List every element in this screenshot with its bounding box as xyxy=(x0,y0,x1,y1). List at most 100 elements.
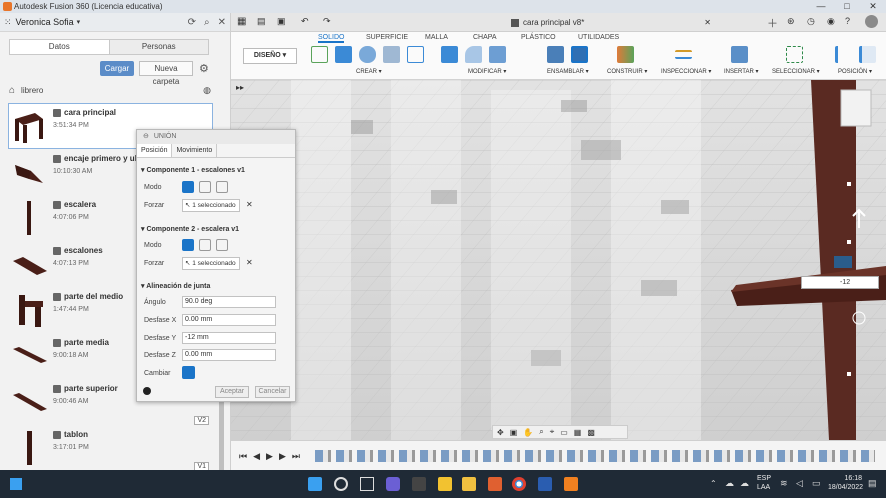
component1-selection[interactable]: ↖ 1 seleccionado xyxy=(182,199,240,212)
group-inspect[interactable]: INSPECCIONAR ▾ xyxy=(661,68,711,75)
component2-header[interactable]: ▾ Componente 2 - escalera v1 xyxy=(141,225,239,233)
autodesk-icon[interactable] xyxy=(564,477,578,491)
task-view-icon[interactable] xyxy=(360,477,374,491)
group-construct[interactable]: CONSTRUIR ▾ xyxy=(607,68,647,75)
wifi-icon[interactable]: ≋ xyxy=(780,478,788,489)
revolve-icon[interactable] xyxy=(359,46,376,63)
windows-start-icon[interactable] xyxy=(10,478,22,490)
pattern-icon[interactable] xyxy=(407,46,424,63)
group-insert[interactable]: INSERTAR ▾ xyxy=(724,68,758,75)
close-tab-icon[interactable]: ✕ xyxy=(704,18,711,27)
mode-simple-button[interactable] xyxy=(182,239,194,251)
flip-button[interactable] xyxy=(182,366,195,379)
joint-alignment-header[interactable]: ▾ Alineación de junta xyxy=(141,282,210,290)
add-tab-icon[interactable]: ＋ xyxy=(767,15,778,31)
mode-between-button[interactable] xyxy=(199,181,211,193)
language-indicator[interactable]: ESP LAA xyxy=(757,474,771,492)
clear-selection-icon[interactable]: ✕ xyxy=(246,200,253,209)
chamfer-icon[interactable] xyxy=(489,46,506,63)
word-icon[interactable] xyxy=(538,477,552,491)
avatar[interactable] xyxy=(865,15,878,28)
display-settings-icon[interactable]: ▭ xyxy=(560,428,568,437)
info-icon[interactable] xyxy=(143,387,151,395)
component1-header[interactable]: ▾ Componente 1 - escalones v1 xyxy=(141,166,245,174)
chat-icon[interactable] xyxy=(386,477,400,491)
offset-y-field[interactable]: -12 mm xyxy=(182,332,276,344)
tab-sheet[interactable]: CHAPA xyxy=(473,34,497,41)
fit-icon[interactable]: ⌖ xyxy=(550,427,555,437)
group-create[interactable]: CREAR ▾ xyxy=(356,68,382,75)
group-assemble[interactable]: ENSAMBLAR ▾ xyxy=(547,68,589,75)
tab-plastic[interactable]: PLÁSTICO xyxy=(521,34,556,41)
notifications-icon[interactable]: ◉ xyxy=(827,16,835,27)
create-sketch-icon[interactable] xyxy=(311,46,328,63)
tab-people[interactable]: Personas xyxy=(108,40,208,54)
gear-icon[interactable]: ⚙ xyxy=(199,62,209,75)
chrome-icon[interactable] xyxy=(512,477,526,491)
user-name[interactable]: Veronica Sofia xyxy=(16,17,74,27)
clock-icon[interactable]: ◷ xyxy=(807,16,815,27)
component2-selection[interactable]: ↖ 1 seleccionado xyxy=(182,257,240,270)
ok-button[interactable]: Aceptar xyxy=(215,386,249,398)
breadcrumb-folder[interactable]: librero xyxy=(21,86,43,95)
orbit-icon[interactable]: ✥ xyxy=(497,428,504,437)
group-select[interactable]: SELECCIONAR ▾ xyxy=(772,68,820,75)
file-explorer-icon[interactable] xyxy=(438,477,452,491)
tab-utilities[interactable]: UTILIDADES xyxy=(578,34,619,41)
collapse-icon[interactable]: ⊖ xyxy=(143,130,149,144)
office-icon[interactable] xyxy=(488,477,502,491)
first-step-icon[interactable]: ⏮ xyxy=(239,451,247,462)
mode-center-button[interactable] xyxy=(216,181,228,193)
grid-settings-icon[interactable]: ▦ xyxy=(574,428,582,437)
hole-icon[interactable] xyxy=(383,46,400,63)
capture-position-icon[interactable] xyxy=(859,46,876,63)
offset-plane-icon[interactable] xyxy=(617,46,634,63)
notification-icon[interactable]: ▤ xyxy=(868,478,877,489)
close-icon[interactable]: ✕ xyxy=(218,17,226,28)
minimize-button[interactable]: — xyxy=(808,0,834,13)
version-badge[interactable]: V2 xyxy=(194,416,209,425)
offset-x-field[interactable]: 0.00 mm xyxy=(182,314,276,326)
look-at-icon[interactable]: ▣ xyxy=(510,428,518,437)
chevron-down-icon[interactable]: ▾ xyxy=(77,18,81,26)
upload-button[interactable]: Cargar xyxy=(100,61,134,76)
clock[interactable]: 16:18 18/04/2022 xyxy=(828,474,863,492)
tab-surface[interactable]: SUPERFICIE xyxy=(366,34,408,41)
save-icon[interactable]: ▣ xyxy=(277,16,286,27)
cloud-icon[interactable]: ☁ xyxy=(725,478,734,489)
pan-icon[interactable]: ✋ xyxy=(523,428,533,437)
tray-chevron-icon[interactable]: ⌃ xyxy=(710,479,717,488)
tab-mesh[interactable]: MALLA xyxy=(425,34,448,41)
select-icon[interactable] xyxy=(786,46,803,63)
redo-icon[interactable]: ↷ xyxy=(323,16,331,27)
refresh-icon[interactable]: ⟳ xyxy=(188,17,196,28)
fillet-icon[interactable] xyxy=(465,46,482,63)
press-pull-icon[interactable] xyxy=(441,46,458,63)
list-item[interactable]: tablon 3:17:01 PM V1 xyxy=(8,425,213,471)
start-button-icon[interactable] xyxy=(308,477,322,491)
close-button[interactable]: ✕ xyxy=(860,0,886,13)
viewports-icon[interactable]: ▩ xyxy=(587,428,595,437)
undo-icon[interactable]: ↶ xyxy=(301,16,309,27)
clear-selection-icon[interactable]: ✕ xyxy=(246,258,253,267)
tab-data[interactable]: Datos xyxy=(10,40,109,54)
home-icon[interactable]: ⌂ xyxy=(9,85,15,96)
prev-step-icon[interactable]: ◀ xyxy=(253,451,260,462)
offset-z-field[interactable]: 0.00 mm xyxy=(182,349,276,361)
search-icon[interactable]: ⌕ xyxy=(204,17,210,28)
mode-center-button[interactable] xyxy=(216,239,228,251)
file-icon[interactable]: ▤ xyxy=(257,16,266,27)
extrude-icon[interactable] xyxy=(335,46,352,63)
group-position[interactable]: POSICIÓN ▾ xyxy=(838,68,872,75)
next-step-icon[interactable]: ▶ xyxy=(279,451,286,462)
fusion-taskbar-icon[interactable] xyxy=(412,477,426,491)
sticky-notes-icon[interactable] xyxy=(462,477,476,491)
mode-simple-button[interactable] xyxy=(182,181,194,193)
document-tab[interactable]: cara principal v8* ✕ xyxy=(511,13,711,32)
position-icon[interactable] xyxy=(835,46,852,63)
volume-icon[interactable]: ◁ xyxy=(796,478,803,489)
3d-viewport[interactable]: ▸▸ -12 ✥ ▣ ✋ ⌕ ⌖ ▭ ▦ ▩ xyxy=(231,80,886,440)
new-component-icon[interactable] xyxy=(547,46,564,63)
grid-icon[interactable]: ▦ xyxy=(237,16,246,27)
joint-icon[interactable] xyxy=(571,46,588,63)
